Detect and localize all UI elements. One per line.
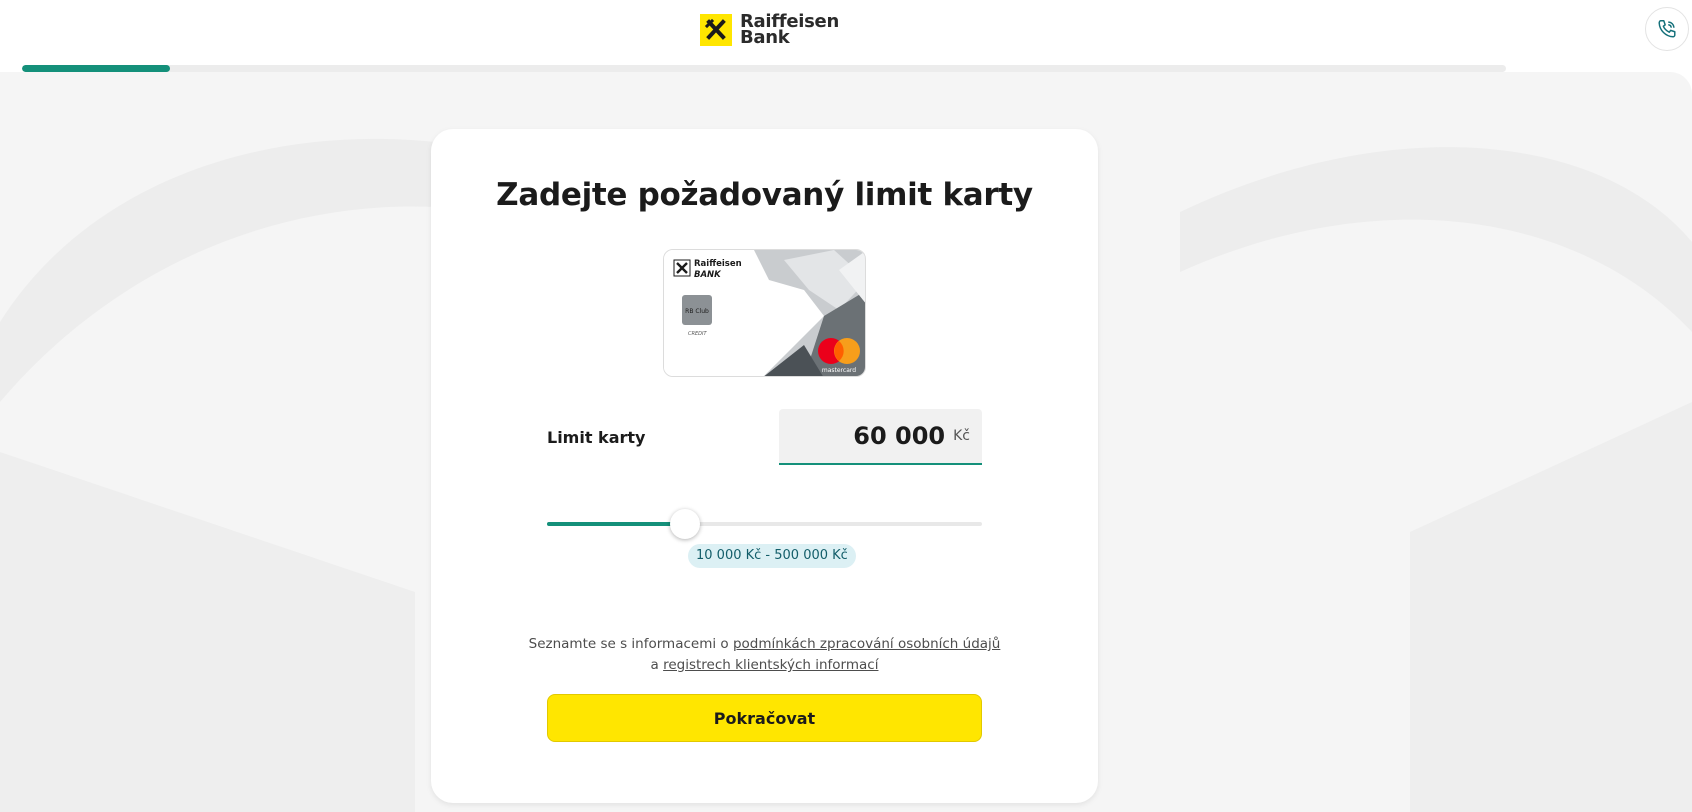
page-title: Zadejte požadovaný limit karty [496,177,1033,213]
card-raiffeisen-mark-icon [673,259,691,277]
limit-card-panel: Zadejte požadovaný limit karty Raiffeise… [431,129,1098,803]
range-badge: 10 000 Kč - 500 000 Kč [688,544,856,568]
progress-fill [22,65,171,72]
limit-slider[interactable] [547,509,982,539]
slider-handle[interactable] [669,509,700,539]
limit-value[interactable]: 60 000 [853,422,945,450]
card-type: CREDIT [688,331,707,337]
limit-input[interactable]: 60 000 Kč [779,409,982,465]
progress-bar [22,65,1506,72]
header: Raiffeisen Bank [0,0,1692,66]
raiffeisen-mark-icon [700,14,732,46]
phone-call-icon [1658,20,1676,38]
mastercard-logo-icon [818,338,860,364]
limit-currency: Kč [953,428,970,444]
limit-label: Limit karty [547,428,646,447]
card-brand-line1: Raiffeisen [694,259,742,269]
logo-line2: Bank [740,27,790,48]
raiffeisen-logo[interactable]: Raiffeisen Bank [700,12,839,48]
continue-button[interactable]: Pokračovat [547,694,982,742]
privacy-terms-link[interactable]: podmínkách zpracování osobních údajů [733,636,1000,652]
slider-fill [547,522,685,526]
client-registers-link[interactable]: registrech klientských informací [663,657,878,673]
slider-track[interactable] [547,522,982,526]
phone-button[interactable] [1645,7,1689,51]
info-prefix: Seznamte se s informacemi o [528,636,733,652]
credit-card-image: Raiffeisen BANK RB Club CREDIT mastercar… [663,249,866,377]
card-badge: RB Club [685,308,709,315]
card-brand-line2: BANK [694,270,722,280]
logo-text: Raiffeisen Bank [740,13,839,48]
card-network: mastercard [822,367,856,374]
info-text: Seznamte se s informacemi o podmínkách z… [521,634,1008,676]
info-middle: a [650,657,664,673]
